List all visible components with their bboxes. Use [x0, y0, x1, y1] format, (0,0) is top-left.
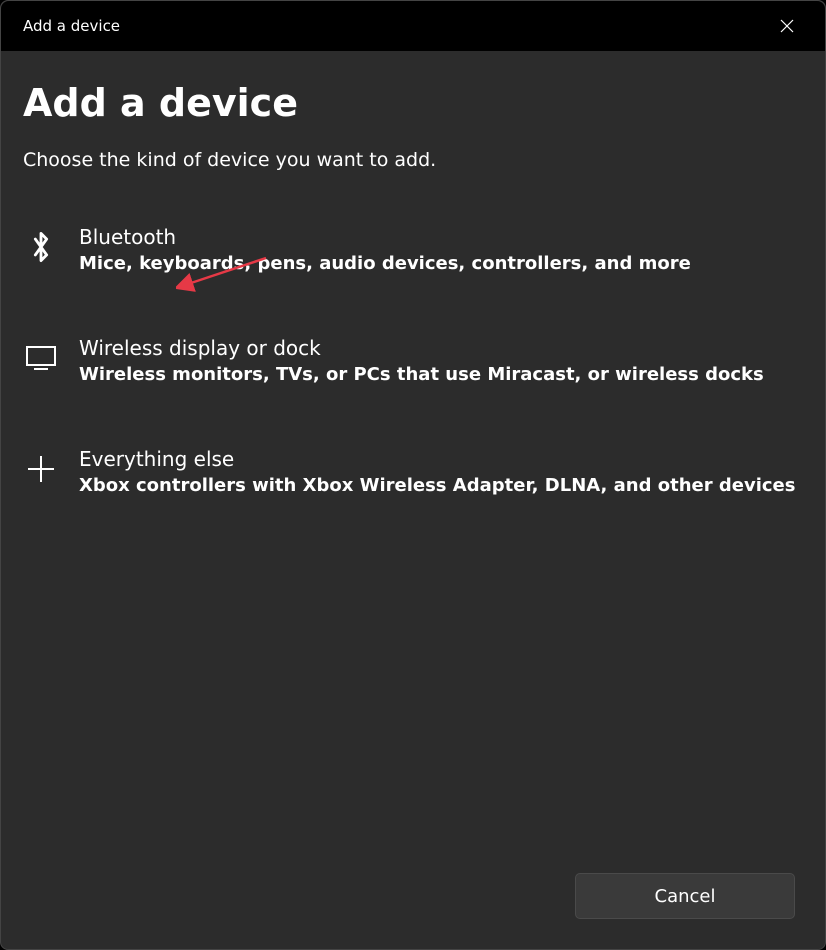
- page-title: Add a device: [23, 81, 803, 125]
- plus-icon: [25, 453, 57, 485]
- close-icon: [780, 19, 794, 33]
- option-bluetooth-text: Bluetooth Mice, keyboards, pens, audio d…: [79, 225, 691, 274]
- device-options-list: Bluetooth Mice, keyboards, pens, audio d…: [23, 211, 803, 544]
- option-everything-else[interactable]: Everything else Xbox controllers with Xb…: [23, 433, 803, 544]
- cancel-button[interactable]: Cancel: [575, 873, 795, 919]
- option-bluetooth-desc: Mice, keyboards, pens, audio devices, co…: [79, 253, 691, 274]
- monitor-icon: [25, 342, 57, 374]
- option-everything-else-text: Everything else Xbox controllers with Xb…: [79, 447, 795, 496]
- titlebar-title: Add a device: [23, 17, 120, 35]
- option-bluetooth-title: Bluetooth: [79, 225, 691, 249]
- add-device-dialog: Add a device Add a device Choose the kin…: [0, 0, 826, 950]
- dialog-content: Add a device Choose the kind of device y…: [1, 51, 825, 949]
- option-everything-else-title: Everything else: [79, 447, 795, 471]
- option-bluetooth[interactable]: Bluetooth Mice, keyboards, pens, audio d…: [23, 211, 803, 322]
- close-button[interactable]: [767, 6, 807, 46]
- option-wireless-display-text: Wireless display or dock Wireless monito…: [79, 336, 764, 385]
- bluetooth-icon: [25, 231, 57, 263]
- dialog-footer: Cancel: [575, 873, 795, 919]
- page-subtitle: Choose the kind of device you want to ad…: [23, 149, 803, 171]
- option-wireless-display-desc: Wireless monitors, TVs, or PCs that use …: [79, 364, 764, 385]
- option-wireless-display-title: Wireless display or dock: [79, 336, 764, 360]
- option-wireless-display[interactable]: Wireless display or dock Wireless monito…: [23, 322, 803, 433]
- titlebar: Add a device: [1, 1, 825, 51]
- option-everything-else-desc: Xbox controllers with Xbox Wireless Adap…: [79, 475, 795, 496]
